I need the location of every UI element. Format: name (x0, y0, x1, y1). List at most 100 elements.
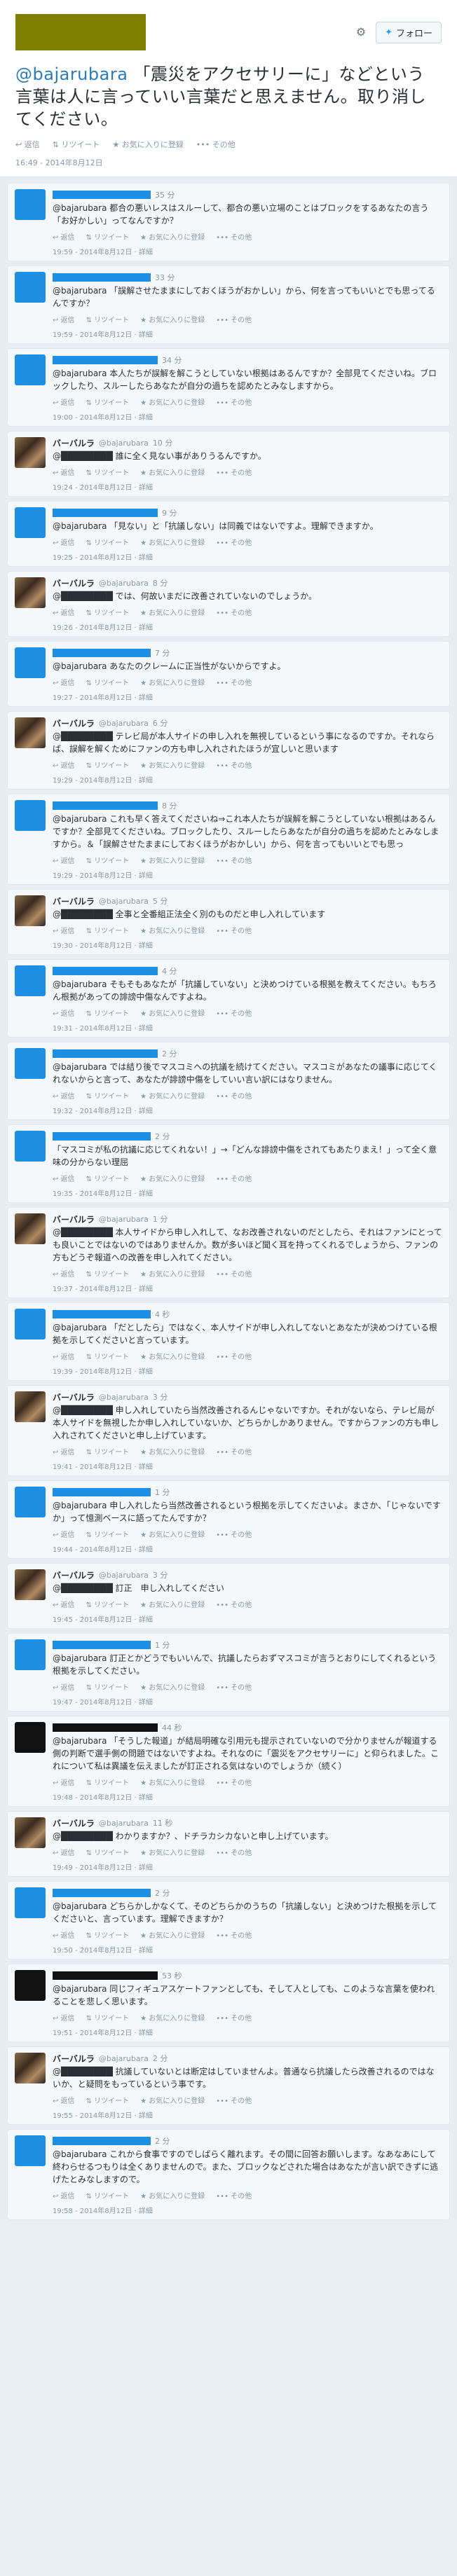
reply-date[interactable]: 19:32 - 2014年8月12日 · 詳細 (53, 1105, 442, 1115)
reply-time[interactable]: 4 秒 (155, 1309, 170, 1320)
retweet-button[interactable]: ⇅ リツイート (86, 2095, 130, 2105)
reply-button[interactable]: ↩ 返信 (53, 1599, 75, 1609)
reply-button[interactable]: ↩ 返信 (53, 1681, 75, 1692)
redacted-name[interactable] (53, 649, 151, 657)
reply-button[interactable]: ↩ 返信 (53, 537, 75, 547)
reply-button[interactable]: ↩ 返信 (53, 855, 75, 865)
redacted-name[interactable] (53, 273, 151, 282)
reply-button[interactable]: ↩ 返信 (53, 467, 75, 477)
redacted-name[interactable] (53, 1488, 151, 1496)
reply-item[interactable]: 2 分「マスコミが私の抗議に応じてくれない！」→「どんな誹謗中傷をされてもあたり… (7, 1124, 450, 1203)
reply-date[interactable]: 19:29 - 2014年8月12日 · 詳細 (53, 774, 442, 785)
reply-date[interactable]: 19:41 - 2014年8月12日 · 詳細 (53, 1461, 442, 1471)
favorite-button[interactable]: ★ お気に入りに登録 (140, 231, 205, 242)
favorite-button[interactable]: ★ お気に入りに登録 (140, 1007, 205, 1018)
reply-date[interactable]: 19:59 - 2014年8月12日 · 詳細 (53, 329, 442, 339)
reply-time[interactable]: 1 分 (155, 1639, 170, 1651)
avatar[interactable] (15, 1309, 46, 1339)
reply-date[interactable]: 19:45 - 2014年8月12日 · 詳細 (53, 1613, 442, 1624)
author-handle[interactable]: @bajarubara (99, 1215, 149, 1224)
main-tweet-mention[interactable]: @bajarubara (15, 64, 128, 84)
avatar[interactable] (15, 272, 46, 303)
reply-time[interactable]: 7 分 (155, 647, 170, 659)
more-button[interactable]: ••• その他 (216, 1847, 252, 1857)
favorite-button[interactable]: ★ お気に入りに登録 (140, 1090, 205, 1101)
retweet-button[interactable]: ⇅ リツイート (86, 1681, 130, 1692)
avatar[interactable] (15, 1569, 46, 1600)
more-button[interactable]: ••• その他 (216, 1351, 252, 1361)
more-button[interactable]: ••• その他 (216, 1929, 252, 1940)
redacted-name[interactable] (53, 1049, 158, 1058)
reply-button[interactable]: ↩ 返信 (53, 1007, 75, 1018)
avatar[interactable] (15, 189, 46, 220)
favorite-button[interactable]: ★ お気に入りに登録 (140, 1446, 205, 1456)
reply-time[interactable]: 3 分 (153, 1569, 168, 1580)
more-button[interactable]: ••• その他 (216, 1777, 252, 1787)
avatar[interactable] (15, 2135, 46, 2166)
avatar[interactable] (15, 1887, 46, 1918)
reply-time[interactable]: 2 分 (153, 2053, 168, 2064)
retweet-button[interactable]: ⇅ リツイート (86, 1351, 130, 1361)
favorite-button[interactable]: ★ お気に入りに登録 (140, 2190, 205, 2200)
redacted-name[interactable] (53, 191, 151, 199)
reply-button[interactable]: ↩ 返信 (53, 1929, 75, 1940)
reply-time[interactable]: 2 分 (155, 1887, 170, 1899)
retweet-button[interactable]: ⇅ リツイート (86, 1446, 130, 1456)
retweet-button[interactable]: ⇅ リツイート (86, 537, 130, 547)
reply-time[interactable]: 35 分 (155, 189, 175, 200)
reply-date[interactable]: 19:24 - 2014年8月12日 · 詳細 (53, 481, 442, 492)
reply-button[interactable]: ↩ 返信 (53, 2095, 75, 2105)
more-button[interactable]: ••• その他 (216, 1529, 252, 1539)
more-button[interactable]: ••• その他 (216, 1446, 252, 1456)
reply-time[interactable]: 34 分 (162, 354, 182, 366)
reply-date[interactable]: 19:48 - 2014年8月12日 · 詳細 (53, 1791, 442, 1802)
more-button[interactable]: ••• その他 (216, 397, 252, 407)
favorite-button[interactable]: ★ お気に入りに登録 (140, 607, 205, 617)
reply-item[interactable]: 1 分 @bajarubara 訂正とかどうでもいいんで、抗議したらおずマスコミが… (7, 1633, 450, 1711)
reply-date[interactable]: 19:30 - 2014年8月12日 · 詳細 (53, 939, 442, 950)
author-name[interactable]: バーバルラ (53, 895, 95, 907)
reply-item[interactable]: 9 分 @bajarubara 「見ない」と「抗議しない」は同義ではないですよ。理… (7, 501, 450, 567)
favorite-button[interactable]: ★ お気に入りに登録 (140, 1681, 205, 1692)
avatar[interactable] (15, 1817, 46, 1848)
reply-item[interactable]: 35 分 @bajarubara 都合の悪いレスはスルーして、都合の悪い立場のこと… (7, 183, 450, 261)
avatar[interactable] (15, 577, 46, 608)
redacted-name[interactable] (53, 1971, 158, 1980)
reply-date[interactable]: 19:29 - 2014年8月12日 · 詳細 (53, 869, 442, 880)
favorite-button[interactable]: ★ お気に入りに登録 (140, 1529, 205, 1539)
favorite-button[interactable]: ★ お気に入りに登録 (140, 677, 205, 687)
avatar[interactable] (15, 1213, 46, 1244)
retweet-button[interactable]: ⇅ リツイート (86, 855, 130, 865)
more-button[interactable]: ••• その他 (216, 1173, 252, 1183)
more-button[interactable]: ••• その他 (216, 677, 252, 687)
favorite-button[interactable]: ★ お気に入りに登録 (140, 1847, 205, 1857)
redacted-name[interactable] (53, 1723, 158, 1732)
reply-item[interactable]: バーバルラ @bajarubara 1 分 @████████ 本人サイドから申し入れ… (7, 1207, 450, 1298)
main-avatar[interactable] (15, 14, 146, 50)
avatar[interactable] (15, 965, 46, 996)
reply-date[interactable]: 19:58 - 2014年8月12日 · 詳細 (53, 2205, 442, 2215)
reply-item[interactable]: 4 分 @bajarubara そもそもあなたが「抗議していない」と決めつけている… (7, 959, 450, 1038)
favorite-button[interactable]: ★ お気に入りに登録 (140, 537, 205, 547)
reply-button[interactable]: ↩ 返信 (53, 231, 75, 242)
reply-date[interactable]: 19:39 - 2014年8月12日 · 詳細 (53, 1365, 442, 1376)
retweet-button[interactable]: ⇅ リツイート (86, 1599, 130, 1609)
retweet-button[interactable]: ⇅ リツイート (86, 2190, 130, 2200)
retweet-button[interactable]: ⇅ リツイート (86, 759, 130, 770)
redacted-name[interactable] (53, 1641, 151, 1649)
reply-button[interactable]: ↩ 返信 (53, 1090, 75, 1101)
avatar[interactable] (15, 1487, 46, 1517)
avatar[interactable] (15, 1131, 46, 1162)
retweet-button[interactable]: ⇅ リツイート (53, 139, 100, 150)
avatar[interactable] (15, 647, 46, 678)
reply-item[interactable]: バーバルラ @bajarubara 8 分 @████████ では、何故いまだに改善… (7, 571, 450, 637)
reply-time[interactable]: 4 分 (162, 965, 177, 977)
reply-item[interactable]: バーバルラ @bajarubara 5 分 @████████ 全事と全番組正法全く別… (7, 889, 450, 955)
author-handle[interactable]: @bajarubara (99, 897, 149, 906)
reply-time[interactable]: 1 分 (155, 1487, 170, 1498)
reply-time[interactable]: 10 分 (153, 437, 173, 448)
author-handle[interactable]: @bajarubara (99, 719, 149, 728)
avatar[interactable] (15, 800, 46, 831)
reply-date[interactable]: 19:49 - 2014年8月12日 · 詳細 (53, 1861, 442, 1872)
redacted-name[interactable] (53, 1310, 151, 1318)
